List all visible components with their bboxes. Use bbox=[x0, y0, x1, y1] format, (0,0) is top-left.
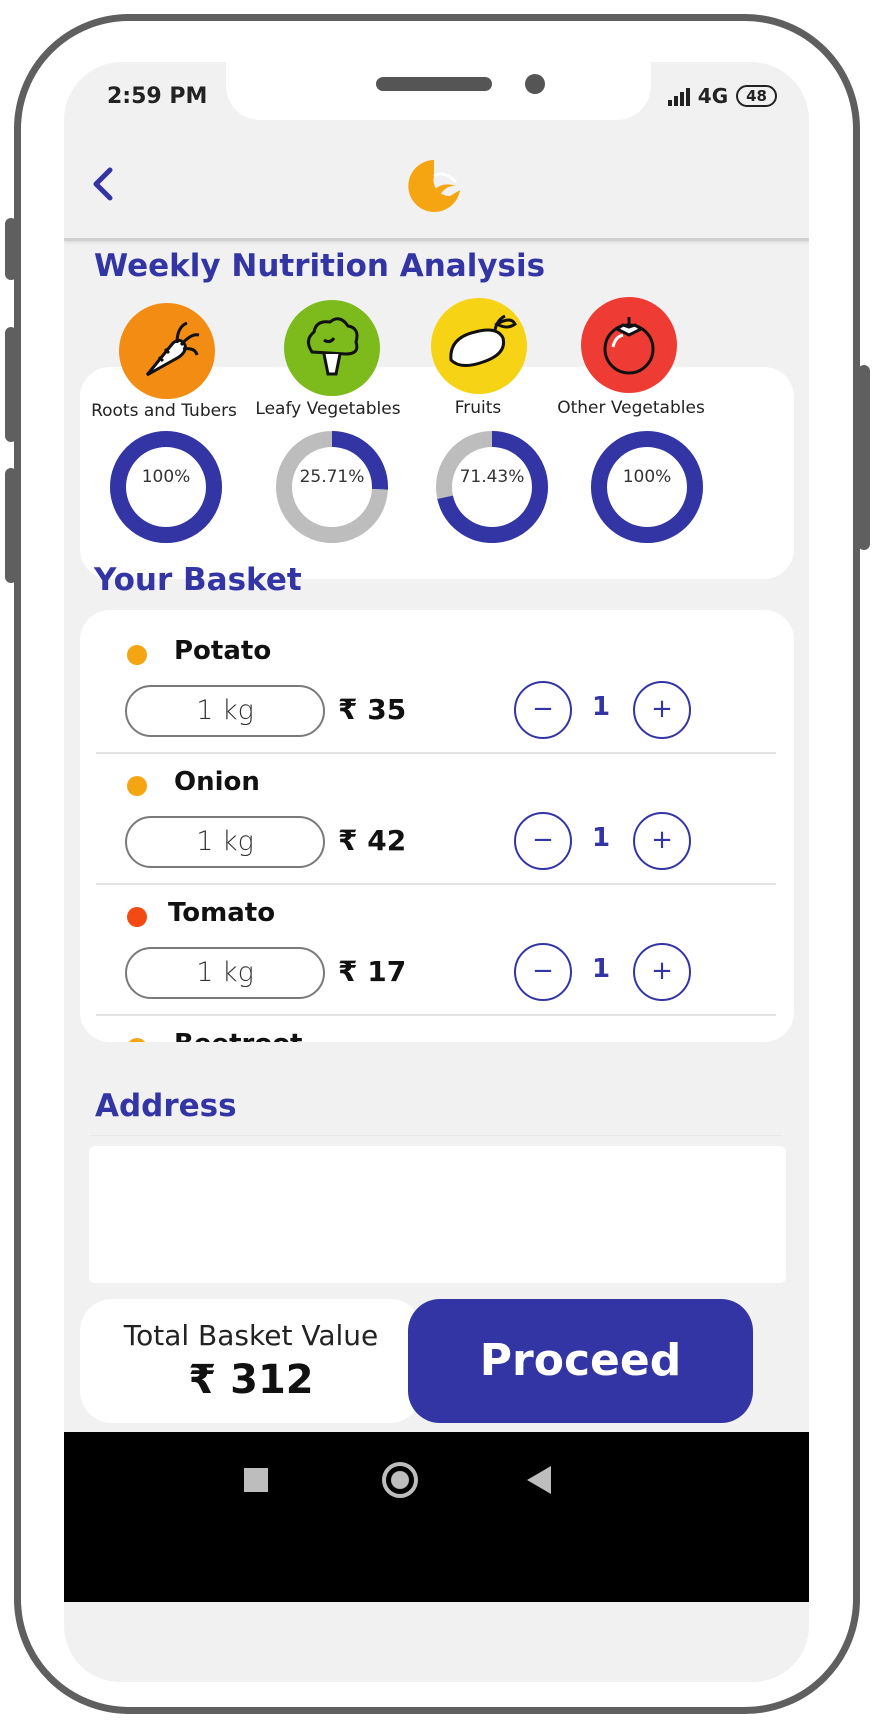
donut-chart bbox=[276, 431, 388, 543]
phone-side-button bbox=[5, 468, 17, 583]
address-field[interactable] bbox=[89, 1146, 786, 1283]
phone-side-button bbox=[5, 327, 17, 442]
donut-percent: 71.43% bbox=[459, 467, 525, 487]
status-indicators: 4G 48 bbox=[667, 84, 777, 108]
recent-apps-icon[interactable] bbox=[244, 1468, 268, 1492]
unit-selector[interactable]: 1 kg bbox=[125, 816, 325, 868]
donut-percent: 25.71% bbox=[299, 467, 365, 487]
android-nav-bar bbox=[64, 1432, 809, 1602]
item-price: ₹ 42 bbox=[338, 824, 407, 857]
decrease-button[interactable]: − bbox=[514, 681, 572, 739]
total-value: ₹ 312 bbox=[188, 1357, 314, 1403]
status-time: 2:59 PM bbox=[107, 84, 208, 109]
battery-icon: 48 bbox=[736, 85, 777, 107]
basket-item: Beetroot bbox=[80, 1003, 794, 1042]
home-icon[interactable] bbox=[382, 1462, 418, 1498]
front-camera bbox=[525, 74, 545, 94]
unit-selector[interactable]: 1 kg bbox=[125, 947, 325, 999]
broccoli-icon bbox=[284, 300, 380, 396]
basket-title: Your Basket bbox=[94, 562, 302, 598]
item-dot bbox=[127, 907, 147, 927]
proceed-button[interactable]: Proceed bbox=[408, 1299, 753, 1423]
category-label: Roots and Tubers bbox=[91, 401, 237, 421]
brand-logo-icon bbox=[408, 160, 460, 212]
donut-chart bbox=[436, 431, 548, 543]
nutrition-title: Weekly Nutrition Analysis bbox=[94, 248, 546, 284]
item-price: ₹ 35 bbox=[338, 693, 407, 726]
speaker bbox=[376, 77, 492, 91]
divider bbox=[90, 1135, 782, 1136]
address-title: Address bbox=[95, 1088, 237, 1124]
phone-side-button bbox=[858, 365, 870, 550]
donut-fill bbox=[591, 431, 703, 543]
item-name: Potato bbox=[174, 636, 272, 666]
category-label: Fruits bbox=[454, 398, 502, 418]
item-name: Onion bbox=[174, 767, 260, 797]
item-dot bbox=[127, 776, 147, 796]
donut-chart bbox=[110, 431, 222, 543]
basket-list: Potato 1 kg ₹ 35 − 1 + Onion 1 kg ₹ 42 −… bbox=[80, 610, 794, 1042]
decrease-button[interactable]: − bbox=[514, 812, 572, 870]
total-label: Total Basket Value bbox=[123, 1319, 379, 1352]
network-type: 4G bbox=[697, 84, 729, 108]
basket-item: Potato 1 kg ₹ 35 − 1 + bbox=[80, 610, 794, 755]
increase-button[interactable]: + bbox=[633, 943, 691, 1001]
donut-chart bbox=[591, 431, 703, 543]
back-triangle-icon[interactable] bbox=[527, 1466, 551, 1494]
app-header bbox=[64, 142, 809, 241]
increase-button[interactable]: + bbox=[633, 812, 691, 870]
item-count: 1 bbox=[591, 692, 611, 722]
mango-icon bbox=[431, 298, 527, 394]
item-count: 1 bbox=[591, 823, 611, 853]
category-label: Other Vegetables bbox=[557, 398, 705, 418]
total-basket-box: Total Basket Value ₹ 312 bbox=[80, 1299, 422, 1423]
donut-percent: 100% bbox=[622, 467, 672, 487]
item-dot bbox=[127, 1038, 147, 1042]
category-label: Leafy Vegetables bbox=[255, 399, 401, 419]
chevron-left-icon[interactable] bbox=[86, 164, 122, 204]
basket-item: Tomato 1 kg ₹ 17 − 1 + bbox=[80, 872, 794, 1017]
item-name: Tomato bbox=[168, 898, 276, 928]
carrot-icon bbox=[119, 303, 215, 399]
donut-percent: 100% bbox=[141, 467, 191, 487]
item-dot bbox=[127, 645, 147, 665]
tomato-icon bbox=[581, 297, 677, 393]
app-screen: 2:59 PM 4G 48 Weekly Nutrition Analysis … bbox=[64, 62, 809, 1682]
basket-item: Onion 1 kg ₹ 42 − 1 + bbox=[80, 741, 794, 886]
item-name: Beetroot bbox=[174, 1029, 303, 1042]
phone-side-button bbox=[5, 218, 17, 280]
signal-icon bbox=[667, 86, 690, 106]
unit-selector[interactable]: 1 kg bbox=[125, 685, 325, 737]
increase-button[interactable]: + bbox=[633, 681, 691, 739]
donut-fill bbox=[110, 431, 222, 543]
camera-notch bbox=[226, 62, 651, 120]
item-count: 1 bbox=[591, 954, 611, 984]
item-price: ₹ 17 bbox=[338, 955, 407, 988]
decrease-button[interactable]: − bbox=[514, 943, 572, 1001]
